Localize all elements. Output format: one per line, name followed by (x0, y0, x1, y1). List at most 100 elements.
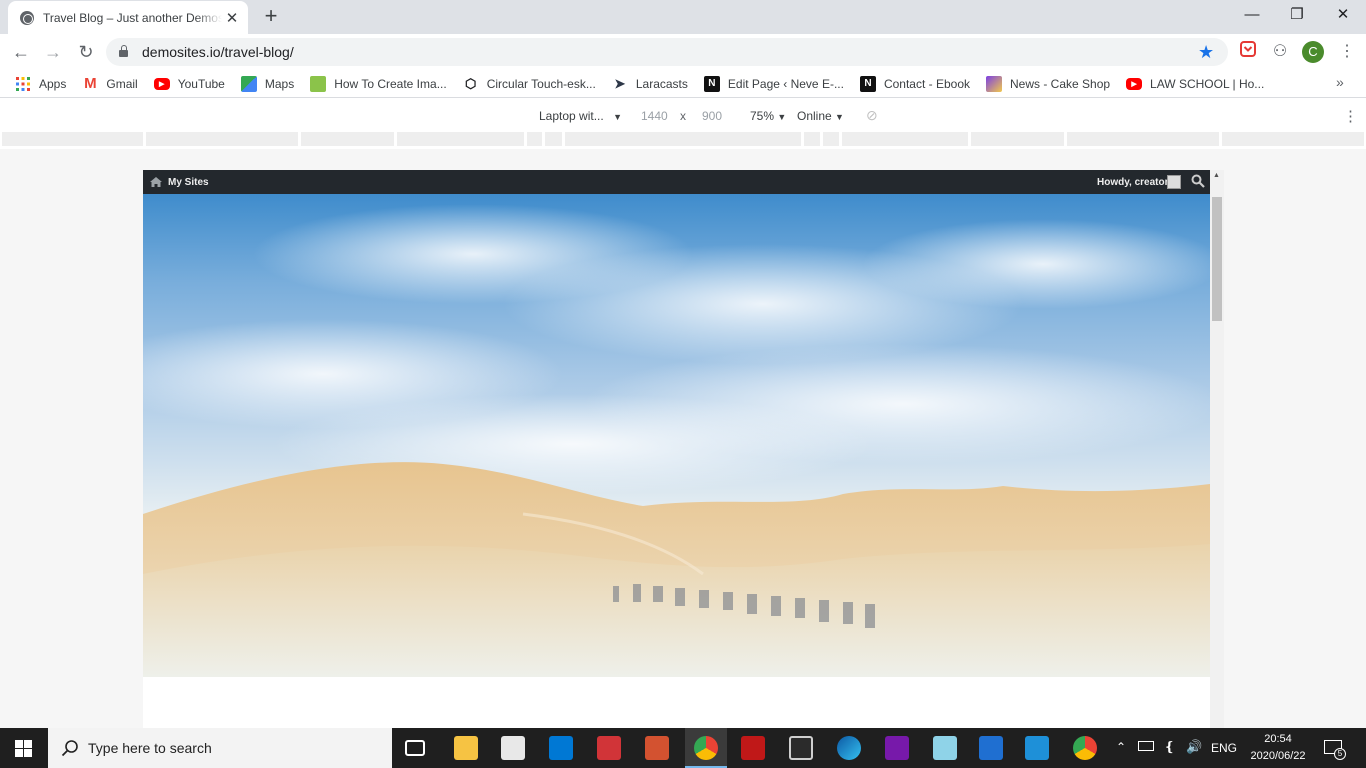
edge-icon[interactable] (837, 736, 861, 760)
media-query-segment[interactable] (527, 132, 542, 146)
mcafee-icon[interactable] (741, 736, 765, 760)
bookmark-label: Gmail (106, 76, 138, 91)
device-select[interactable]: Laptop wit... ▼ (539, 109, 622, 123)
battery-icon[interactable] (1138, 741, 1154, 751)
laracasts-icon: ➤ (614, 75, 626, 91)
chrome-icon (694, 736, 718, 760)
browser-menu-icon[interactable]: ⋮ (1336, 41, 1358, 63)
media-query-segment[interactable] (823, 132, 839, 146)
viewport-height-input[interactable]: 900 (702, 109, 722, 123)
new-tab-button[interactable]: + (259, 4, 283, 28)
taskbar-search-box[interactable]: Type here to search (48, 728, 392, 768)
powerpoint-icon[interactable] (645, 736, 669, 760)
volume-icon[interactable]: 🔊 (1186, 739, 1202, 755)
scroll-up-arrow-icon[interactable]: ▲ (1213, 172, 1220, 179)
media-query-segment[interactable] (2, 132, 143, 146)
windows-start-icon[interactable] (15, 740, 32, 757)
back-arrow-icon[interactable]: ← (9, 40, 33, 64)
microsoft-store-icon[interactable] (501, 736, 525, 760)
lock-icon[interactable] (119, 45, 128, 57)
bookmark-youtube[interactable]: ▶ YouTube (153, 76, 225, 91)
onenote-icon[interactable] (885, 736, 909, 760)
media-query-segment[interactable] (146, 132, 298, 146)
mail-icon[interactable] (549, 736, 573, 760)
file-explorer-icon[interactable] (454, 736, 478, 760)
bookmark-edit-page[interactable]: N Edit Page ‹ Neve E-... (703, 75, 844, 92)
scrollbar-thumb[interactable] (1212, 197, 1222, 321)
bookmark-how-to-create[interactable]: How To Create Ima... (310, 75, 447, 92)
reload-icon[interactable]: ↻ (74, 40, 98, 64)
network-throttle-select[interactable]: Online ▼ (797, 109, 844, 123)
media-query-segment[interactable] (545, 132, 562, 146)
media-query-segment[interactable] (301, 132, 394, 146)
clock-time[interactable]: 20:54 (1243, 733, 1313, 745)
close-window-button[interactable]: ✕ (1320, 0, 1366, 30)
video-player-icon[interactable] (979, 736, 1003, 760)
bookmark-law-school[interactable]: ▶ LAW SCHOOL | Ho... (1126, 77, 1264, 91)
pocket-extension-icon[interactable] (1237, 41, 1259, 63)
bookmark-laracasts[interactable]: ➤ Laracasts (612, 75, 688, 92)
app-window-icon[interactable] (789, 736, 813, 760)
bookmark-cake-shop[interactable]: News - Cake Shop (986, 75, 1110, 92)
bookmark-label: How To Create Ima... (334, 76, 447, 91)
sticky-notes-icon[interactable] (933, 736, 957, 760)
apps-grid-icon (16, 76, 30, 91)
rotate-disabled-icon[interactable]: ⊘ (866, 107, 878, 124)
media-query-segment[interactable] (565, 132, 801, 146)
input-language[interactable]: ENG (1211, 741, 1237, 755)
my-sites-house-icon[interactable] (149, 176, 163, 188)
user-avatar[interactable] (1167, 175, 1181, 189)
profile-avatar[interactable]: C (1302, 41, 1324, 63)
youtube-icon: ▶ (1126, 77, 1143, 90)
chrome-icon[interactable] (1073, 736, 1097, 760)
wifi-icon[interactable]: ❴ (1164, 739, 1175, 755)
bookmark-circular-touch[interactable]: ⬡ Circular Touch-esk... (463, 76, 596, 92)
codepen-icon: ⬡ (465, 75, 477, 91)
extensions-puzzle-icon[interactable]: ⚇ (1269, 41, 1291, 63)
bookmark-label: Edit Page ‹ Neve E-... (727, 76, 844, 91)
task-view-icon[interactable] (405, 740, 425, 756)
globe-icon (20, 10, 34, 25)
media-query-segment[interactable] (1222, 132, 1364, 146)
bookmark-label: Laracasts (635, 76, 688, 91)
bookmark-apps[interactable]: Apps (15, 76, 66, 92)
hero-desert-image (143, 194, 1210, 677)
taskbar-active-chrome[interactable] (685, 728, 727, 768)
forward-arrow-icon[interactable]: → (41, 40, 65, 64)
viewport-width-input[interactable]: 1440 (641, 109, 668, 123)
device-toolbar: Laptop wit... ▼ 1440 x 900 75% ▼ Online … (0, 103, 1366, 129)
bookmark-contact-ebook[interactable]: N Contact - Ebook (859, 75, 970, 92)
howdy-user-link[interactable]: Howdy, creator (1097, 177, 1169, 188)
url-text[interactable]: demosites.io/travel-blog/ (142, 44, 294, 60)
media-query-segment[interactable] (971, 132, 1064, 146)
device-toolbar-more-icon[interactable]: ⋮ (1343, 107, 1358, 125)
media-query-segment[interactable] (397, 132, 524, 146)
browser-tab-active[interactable]: Travel Blog – Just another Demosites ✕ (8, 1, 248, 34)
tab-title: Travel Blog – Just another Demosites (43, 10, 222, 25)
show-hidden-icons-chevron-icon[interactable]: ⌃ (1116, 740, 1126, 754)
bookmark-favicon-icon (310, 75, 327, 92)
bookmark-maps[interactable]: Maps (240, 75, 294, 92)
bookmark-label: YouTube (177, 76, 225, 91)
clock-date[interactable]: 2020/06/22 (1243, 750, 1313, 762)
reader-app-icon[interactable] (597, 736, 621, 760)
close-tab-icon[interactable]: ✕ (222, 9, 242, 27)
media-query-segment[interactable] (804, 132, 820, 146)
neve-icon: N (703, 75, 720, 92)
action-center-icon[interactable]: 5 (1324, 740, 1346, 760)
bookmarks-overflow-icon[interactable]: » (1336, 74, 1344, 90)
bookmark-label: Apps (39, 76, 67, 91)
media-query-segment[interactable] (842, 132, 968, 146)
maps-icon (240, 75, 257, 92)
bookmark-gmail[interactable]: M Gmail (82, 75, 138, 92)
bookmark-star-icon[interactable]: ★ (1198, 42, 1214, 62)
bookmark-label: LAW SCHOOL | Ho... (1150, 76, 1265, 91)
my-sites-link[interactable]: My Sites (168, 177, 209, 188)
media-query-segment[interactable] (1067, 132, 1219, 146)
zoom-select[interactable]: 75% ▼ (750, 109, 786, 123)
photos-icon[interactable] (1025, 736, 1049, 760)
restore-window-button[interactable]: ❐ (1274, 0, 1320, 30)
bookmarks-bar: Apps M Gmail ▶ YouTube Maps How To Creat… (0, 70, 1366, 98)
minimize-window-button[interactable]: — (1229, 0, 1275, 30)
search-icon[interactable] (1191, 174, 1205, 188)
